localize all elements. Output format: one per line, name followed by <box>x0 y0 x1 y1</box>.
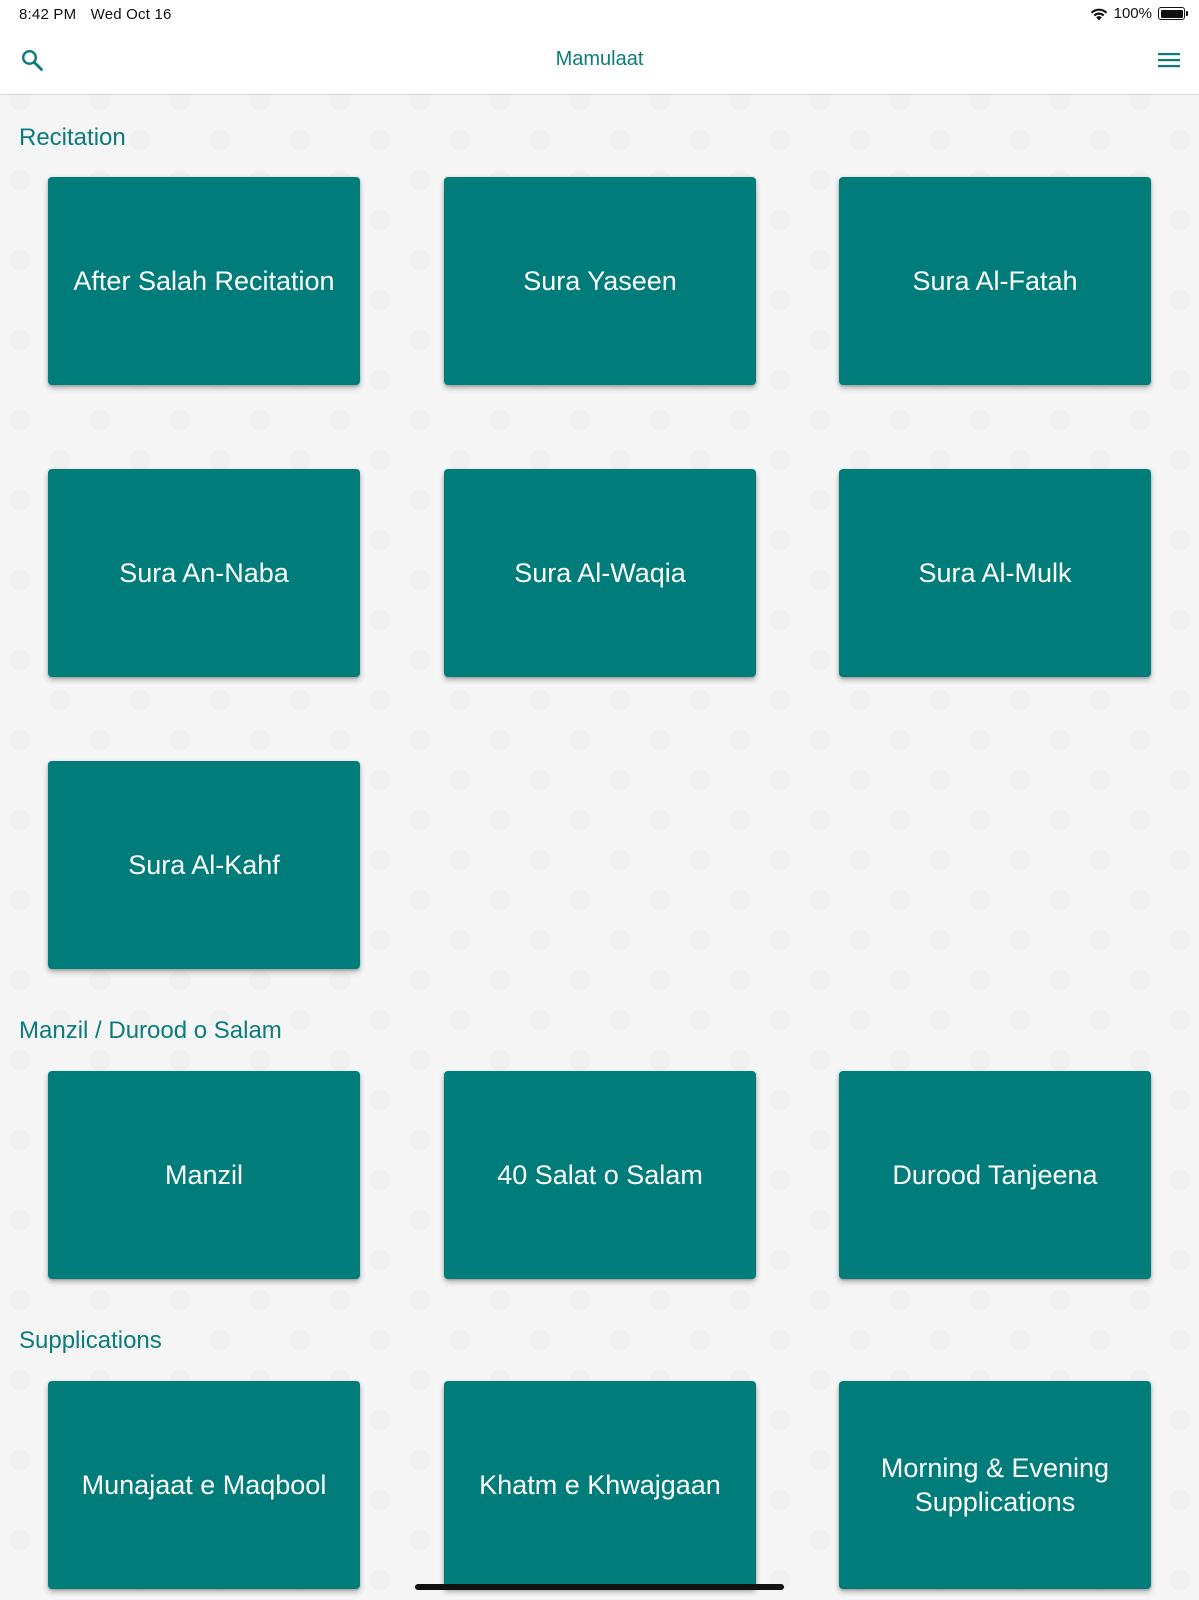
status-right: 100% <box>1090 5 1188 22</box>
section-title-supplications: Supplications <box>19 1327 162 1354</box>
battery-icon <box>1158 7 1188 20</box>
tile-sura-an-naba[interactable]: Sura An-Naba <box>48 469 360 677</box>
tile-sura-al-fatah[interactable]: Sura Al-Fatah <box>839 177 1151 385</box>
tile-sura-al-waqia[interactable]: Sura Al-Waqia <box>444 469 756 677</box>
page-title: Mamulaat <box>555 48 644 70</box>
tile-sura-al-mulk[interactable]: Sura Al-Mulk <box>839 469 1151 677</box>
section-title-manzil-durood: Manzil / Durood o Salam <box>19 1017 282 1044</box>
tile-sura-yaseen[interactable]: Sura Yaseen <box>444 177 756 385</box>
status-date: Wed Oct 16 <box>90 6 172 23</box>
status-left: 8:42 PM Wed Oct 16 <box>19 6 172 23</box>
home-indicator[interactable] <box>415 1584 784 1590</box>
section-title-recitation: Recitation <box>19 124 126 151</box>
tile-40-salat-o-salam[interactable]: 40 Salat o Salam <box>444 1071 756 1279</box>
wifi-icon <box>1090 8 1107 20</box>
battery-percent: 100% <box>1113 5 1152 22</box>
tile-manzil[interactable]: Manzil <box>48 1071 360 1279</box>
tile-sura-al-kahf[interactable]: Sura Al-Kahf <box>48 761 360 969</box>
tile-munajaat-e-maqbool[interactable]: Munajaat e Maqbool <box>48 1381 360 1589</box>
nav-bar: Mamulaat <box>0 28 1199 95</box>
status-bar: 8:42 PM Wed Oct 16 100% <box>0 0 1199 28</box>
battery-level <box>1160 9 1183 18</box>
tile-morning-evening-supplications[interactable]: Morning & Evening Supplications <box>839 1381 1151 1589</box>
tile-durood-tanjeena[interactable]: Durood Tanjeena <box>839 1071 1151 1279</box>
tile-khatm-e-khwajgaan[interactable]: Khatm e Khwajgaan <box>444 1381 756 1589</box>
status-time: 8:42 PM <box>19 6 77 23</box>
tile-after-salah-recitation[interactable]: After Salah Recitation <box>48 177 360 385</box>
menu-icon[interactable] <box>1157 50 1181 70</box>
